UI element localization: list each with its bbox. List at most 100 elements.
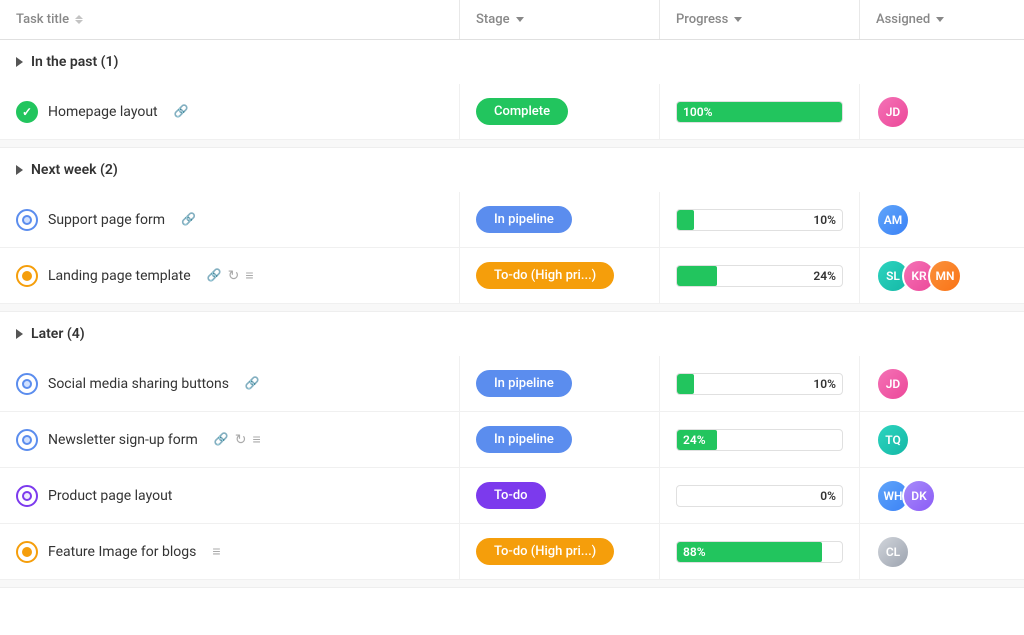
task-status-icon[interactable] xyxy=(16,209,38,231)
task-name[interactable]: Homepage layout xyxy=(48,104,158,120)
clip-icon xyxy=(207,268,222,283)
task-title-cell: Landing page template xyxy=(0,248,460,303)
progress-bar: 24% xyxy=(676,265,843,287)
header-assigned[interactable]: Assigned xyxy=(860,0,1024,39)
group-label: In the past (1) xyxy=(31,54,118,70)
progress-bar: 24% xyxy=(676,429,843,451)
task-name[interactable]: Social media sharing buttons xyxy=(48,376,229,392)
header-progress[interactable]: Progress xyxy=(660,0,860,39)
table-header: Task title Stage Progress Assigned xyxy=(0,0,1024,40)
task-name[interactable]: Feature Image for blogs xyxy=(48,544,196,560)
progress-bar: 100% xyxy=(676,101,843,123)
progress-label: 100% xyxy=(683,105,712,119)
table-row: Social media sharing buttons In pipeline… xyxy=(0,356,1024,412)
list-icon xyxy=(253,431,261,448)
status-dot xyxy=(22,547,32,557)
stage-badge[interactable]: Complete xyxy=(476,98,568,125)
sort-icon xyxy=(75,15,83,24)
status-dot xyxy=(22,215,32,225)
task-icons-row xyxy=(212,543,220,560)
group-label: Later (4) xyxy=(31,326,85,342)
status-dot xyxy=(22,379,32,389)
table-row: Support page form In pipeline 10% AM xyxy=(0,192,1024,248)
list-icon xyxy=(212,543,220,560)
task-status-icon[interactable] xyxy=(16,373,38,395)
stage-badge[interactable]: To-do (High pri...) xyxy=(476,538,614,565)
progress-cell: 24% xyxy=(660,412,860,467)
table-row: Landing page template To-do (High pri...… xyxy=(0,248,1024,304)
task-icons-row xyxy=(181,212,196,227)
group-label: Next week (2) xyxy=(31,162,118,178)
avatar: MN xyxy=(928,259,962,293)
list-icon xyxy=(245,267,253,284)
task-name[interactable]: Product page layout xyxy=(48,488,172,504)
avatar-group: TQ xyxy=(876,423,910,457)
avatar: TQ xyxy=(876,423,910,457)
progress-label: 88% xyxy=(683,545,706,559)
progress-cell: 10% xyxy=(660,356,860,411)
header-task-title[interactable]: Task title xyxy=(0,0,460,39)
task-status-icon[interactable]: ✓ xyxy=(16,101,38,123)
task-title-cell: Social media sharing buttons xyxy=(0,356,460,411)
stage-cell[interactable]: To-do (High pri...) xyxy=(460,524,660,579)
group-chevron-icon xyxy=(16,329,23,339)
task-icons-row xyxy=(174,104,189,119)
progress-cell: 10% xyxy=(660,192,860,247)
stage-cell[interactable]: To-do (High pri...) xyxy=(460,248,660,303)
table-row: Newsletter sign-up form In pipeline 24% … xyxy=(0,412,1024,468)
progress-label: 10% xyxy=(813,213,836,227)
header-stage[interactable]: Stage xyxy=(460,0,660,39)
stage-badge[interactable]: In pipeline xyxy=(476,206,572,233)
progress-label: 24% xyxy=(813,269,836,283)
task-status-icon[interactable] xyxy=(16,485,38,507)
assigned-cell: AM xyxy=(860,192,1024,247)
status-dot xyxy=(22,491,32,501)
task-name[interactable]: Support page form xyxy=(48,212,165,228)
group-header-in-the-past[interactable]: In the past (1) xyxy=(0,40,1024,84)
assigned-cell: JD xyxy=(860,356,1024,411)
group-header-later[interactable]: Later (4) xyxy=(0,312,1024,356)
assigned-cell: WHDK xyxy=(860,468,1024,523)
task-name[interactable]: Newsletter sign-up form xyxy=(48,432,198,448)
progress-bar: 0% xyxy=(676,485,843,507)
stage-cell[interactable]: In pipeline xyxy=(460,356,660,411)
task-status-icon[interactable] xyxy=(16,541,38,563)
stage-badge[interactable]: In pipeline xyxy=(476,426,572,453)
task-table: Task title Stage Progress Assigned In th… xyxy=(0,0,1024,588)
stage-badge[interactable]: To-do xyxy=(476,482,546,509)
stage-cell[interactable]: To-do xyxy=(460,468,660,523)
task-title-cell: Product page layout xyxy=(0,468,460,523)
task-status-icon[interactable] xyxy=(16,429,38,451)
chevron-down-icon xyxy=(936,17,944,22)
avatar-group: AM xyxy=(876,203,910,237)
assigned-cell: JD xyxy=(860,84,1024,139)
stage-cell[interactable]: Complete xyxy=(460,84,660,139)
avatar-group: CL xyxy=(876,535,910,569)
clip-icon xyxy=(245,376,260,391)
avatar: JD xyxy=(876,95,910,129)
clip-icon xyxy=(174,104,189,119)
status-dot xyxy=(22,435,32,445)
stage-cell[interactable]: In pipeline xyxy=(460,412,660,467)
group-chevron-icon xyxy=(16,165,23,175)
table-row: ✓ Homepage layout Complete 100% JD xyxy=(0,84,1024,140)
avatar-group: WHDK xyxy=(876,479,936,513)
task-icons-row xyxy=(214,431,261,448)
group-chevron-icon xyxy=(16,57,23,67)
progress-label: 0% xyxy=(820,489,836,503)
clip-icon xyxy=(214,432,229,447)
chevron-down-icon xyxy=(734,17,742,22)
task-status-icon[interactable] xyxy=(16,265,38,287)
avatar-group: JD xyxy=(876,95,910,129)
stage-cell[interactable]: In pipeline xyxy=(460,192,660,247)
progress-bar: 10% xyxy=(676,373,843,395)
stage-badge[interactable]: To-do (High pri...) xyxy=(476,262,614,289)
task-title-cell: ✓ Homepage layout xyxy=(0,84,460,139)
assigned-cell: SLKRMN xyxy=(860,248,1024,303)
avatar-group: SLKRMN xyxy=(876,259,962,293)
stage-badge[interactable]: In pipeline xyxy=(476,370,572,397)
clip-icon xyxy=(181,212,196,227)
task-name[interactable]: Landing page template xyxy=(48,268,191,284)
group-header-next-week[interactable]: Next week (2) xyxy=(0,148,1024,192)
progress-bar-fill xyxy=(677,374,694,394)
